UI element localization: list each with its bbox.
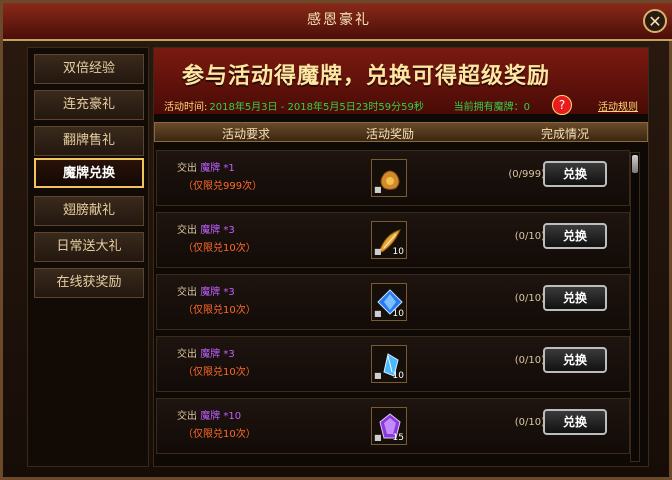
- requirement-text: 交出 魔牌 *10: [177, 407, 241, 422]
- rules-link[interactable]: 活动规则: [598, 98, 638, 113]
- reward-slot[interactable]: ■ 15: [371, 407, 407, 445]
- progress-text: (0/999): [508, 169, 545, 180]
- limit-text: （仅限兑999次）: [183, 181, 263, 192]
- lock-icon: ■: [374, 309, 382, 318]
- table-header: 活动要求 活动奖励 完成情况: [154, 122, 648, 142]
- limit-text: （仅限兑10次）: [183, 305, 256, 316]
- requirement-prefix: 交出: [177, 287, 201, 298]
- event-banner: 参与活动得魔牌，兑换可得超级奖励 活动时间: 2018年5月3日 - 2018年5…: [154, 48, 648, 115]
- reward-slot[interactable]: ■ 10: [371, 345, 407, 383]
- sidebar-item-magic-card-exchange[interactable]: 魔牌兑换: [34, 158, 144, 188]
- sidebar-item-daily-gift[interactable]: 日常送大礼: [34, 232, 144, 262]
- scrollbar[interactable]: [630, 152, 640, 462]
- requirement-item: 魔牌 *3: [200, 225, 235, 236]
- limit-text: （仅限兑10次）: [183, 243, 256, 254]
- reward-quantity: 10: [392, 247, 404, 257]
- banner-headline: 参与活动得魔牌，兑换可得超级奖励: [182, 64, 551, 89]
- sidebar-item-card-flip-sale[interactable]: 翻牌售礼: [34, 126, 144, 156]
- event-window: 感恩豪礼 ✕ 双倍经验 连充豪礼 翻牌售礼 魔牌兑换 翅膀献礼 日常送大礼 在线…: [0, 0, 672, 480]
- requirement-item: 魔牌 *3: [200, 349, 235, 360]
- lock-icon: ■: [374, 185, 382, 194]
- event-time: 活动时间: 2018年5月3日 - 2018年5月5日23时59分59秒: [164, 98, 424, 113]
- header-status: 完成情况: [540, 127, 589, 141]
- sidebar-item-recharge-gift[interactable]: 连充豪礼: [34, 90, 144, 120]
- reward-quantity: 15: [392, 433, 404, 443]
- requirement-prefix: 交出: [177, 411, 201, 422]
- event-time-value: 2018年5月3日 - 2018年5月5日23时59分59秒: [209, 102, 424, 113]
- table-row: 交出 魔牌 *1 （仅限兑999次） ■ (0/999) 兑换: [156, 150, 630, 206]
- requirement-item: 魔牌 *10: [200, 411, 242, 422]
- event-time-label: 活动时间:: [164, 102, 208, 113]
- reward-slot[interactable]: ■: [371, 159, 407, 197]
- exchange-button[interactable]: 兑换: [543, 409, 607, 435]
- reward-quantity: 10: [392, 309, 404, 319]
- close-button[interactable]: ✕: [643, 9, 667, 33]
- exchange-button[interactable]: 兑换: [543, 285, 607, 311]
- requirement-text: 交出 魔牌 *1: [177, 159, 235, 174]
- reward-slot[interactable]: ■ 10: [371, 283, 407, 321]
- scroll-thumb[interactable]: [632, 155, 638, 173]
- help-icon[interactable]: ?: [552, 95, 572, 115]
- exchange-button[interactable]: 兑换: [543, 347, 607, 373]
- exchange-button[interactable]: 兑换: [543, 161, 607, 187]
- table-row: 交出 魔牌 *3 （仅限兑10次） ■ 10 (0/10) 兑换: [156, 274, 630, 330]
- card-count: 当前拥有魔牌：0: [453, 102, 530, 113]
- requirement-text: 交出 魔牌 *3: [177, 221, 235, 236]
- header-reward: 活动奖励: [365, 127, 414, 141]
- sidebar-item-wing-gift[interactable]: 翅膀献礼: [34, 196, 144, 226]
- exchange-button[interactable]: 兑换: [543, 223, 607, 249]
- progress-text: (0/10): [514, 355, 545, 366]
- lock-icon: ■: [374, 433, 382, 442]
- table-row: 交出 魔牌 *3 （仅限兑10次） ■ 10 (0/10) 兑换: [156, 212, 630, 268]
- progress-text: (0/10): [514, 231, 545, 242]
- requirement-prefix: 交出: [177, 163, 201, 174]
- main-panel: 参与活动得魔牌，兑换可得超级奖励 活动时间: 2018年5月3日 - 2018年5…: [153, 47, 649, 467]
- reward-slot[interactable]: ■ 10: [371, 221, 407, 259]
- progress-text: (0/10): [514, 417, 545, 428]
- window-title: 感恩豪礼: [307, 12, 371, 28]
- requirement-prefix: 交出: [177, 225, 201, 236]
- requirement-item: 魔牌 *1: [200, 163, 235, 174]
- lock-icon: ■: [374, 247, 382, 256]
- requirement-text: 交出 魔牌 *3: [177, 345, 235, 360]
- limit-text: （仅限兑10次）: [183, 367, 256, 378]
- progress-text: (0/10): [514, 293, 545, 304]
- table-row: 交出 魔牌 *3 （仅限兑10次） ■ 10 (0/10) 兑换: [156, 336, 630, 392]
- requirement-text: 交出 魔牌 *3: [177, 283, 235, 298]
- sidebar-item-double-exp[interactable]: 双倍经验: [34, 54, 144, 84]
- requirement-item: 魔牌 *3: [200, 287, 235, 298]
- sidebar: 双倍经验 连充豪礼 翻牌售礼 魔牌兑换 翅膀献礼 日常送大礼 在线获奖励: [27, 47, 149, 467]
- sidebar-item-online-reward[interactable]: 在线获奖励: [34, 268, 144, 298]
- limit-text: （仅限兑10次）: [183, 429, 256, 440]
- reward-quantity: 10: [392, 371, 404, 381]
- table-row: 交出 魔牌 *10 （仅限兑10次） ■ 15 (0/10) 兑换: [156, 398, 630, 454]
- requirement-prefix: 交出: [177, 349, 201, 360]
- title-bar: 感恩豪礼 ✕: [3, 3, 672, 41]
- lock-icon: ■: [374, 371, 382, 380]
